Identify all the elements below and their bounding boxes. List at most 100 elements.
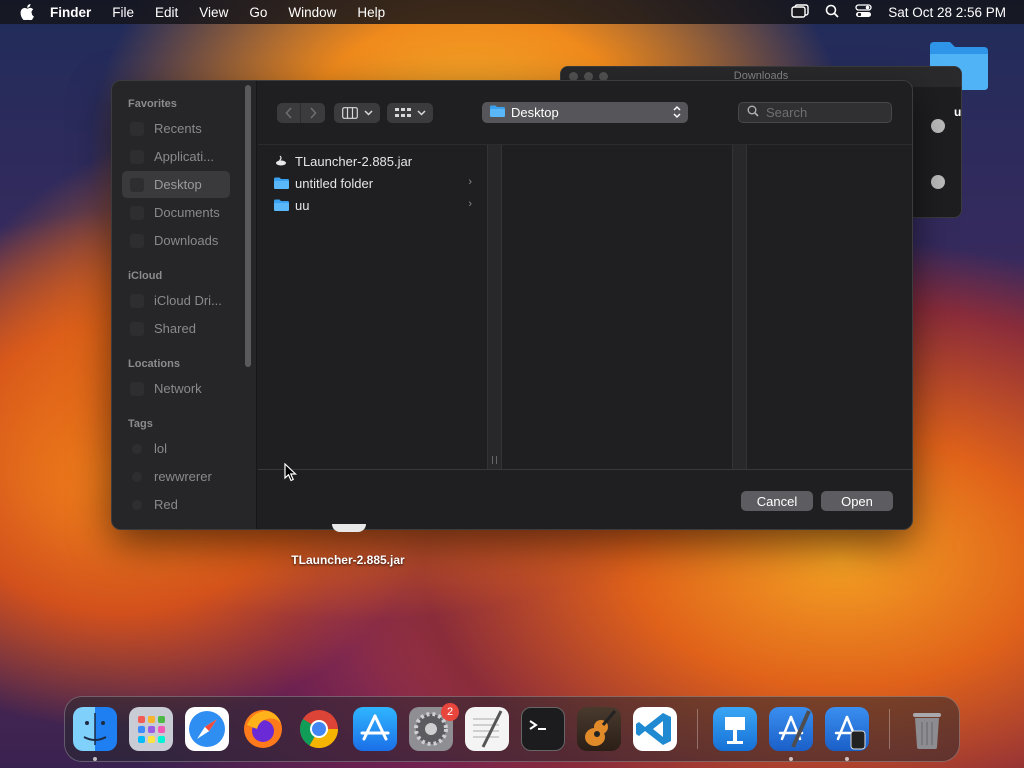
menu-bar: Finder File Edit View Go Window Help Sat… xyxy=(0,0,1024,24)
file-row-untitled-folder[interactable]: untitled folder › xyxy=(268,172,478,194)
chevron-down-icon xyxy=(363,110,373,116)
file-column: TLauncher-2.885.jar untitled folder › uu… xyxy=(258,145,487,469)
search-icon xyxy=(747,105,759,120)
location-label: Desktop xyxy=(511,105,559,120)
sidebar-item-downloads[interactable]: Downloads xyxy=(122,227,230,254)
sidebar-scrollbar[interactable] xyxy=(245,85,251,367)
sidebar-item-applications[interactable]: Applicati... xyxy=(122,143,230,170)
forward-button[interactable] xyxy=(301,103,325,123)
nav-buttons xyxy=(277,103,325,123)
sidebar-item-label: Red xyxy=(154,497,178,512)
firefox-app-icon[interactable] xyxy=(241,707,285,751)
menu-app-name[interactable]: Finder xyxy=(50,5,91,20)
group-button[interactable] xyxy=(387,103,433,123)
menu-go[interactable]: Go xyxy=(249,5,267,20)
sidebar-section-locations: Locations xyxy=(128,358,180,370)
garageband-app-icon[interactable] xyxy=(577,707,621,751)
mouse-cursor-icon xyxy=(284,462,297,487)
sidebar-item-label: iCloud Dri... xyxy=(154,293,222,308)
stage-manager-icon[interactable] xyxy=(791,3,809,21)
menu-file[interactable]: File xyxy=(112,5,134,20)
magnifier-icon xyxy=(931,175,945,189)
simulator-app-icon[interactable] xyxy=(825,707,869,751)
file-name: uu xyxy=(295,197,310,213)
clock-icon xyxy=(130,121,144,136)
menu-help[interactable]: Help xyxy=(357,5,385,20)
sidebar-item-documents[interactable]: Documents xyxy=(122,199,230,226)
open-button[interactable]: Open xyxy=(821,491,893,511)
notification-badge: 2 xyxy=(441,703,459,721)
chrome-app-icon[interactable] xyxy=(297,707,341,751)
sidebar-item-desktop[interactable]: Desktop xyxy=(122,171,230,198)
partial-label: u xyxy=(954,105,962,119)
vscode-app-icon[interactable] xyxy=(633,707,677,751)
terminal-app-icon[interactable] xyxy=(521,707,565,751)
tag-dot-icon xyxy=(132,471,142,482)
sidebar-item-tag-lol[interactable]: lol xyxy=(122,435,230,462)
column-view-button[interactable] xyxy=(334,103,380,123)
tag-dot-icon xyxy=(132,443,142,454)
grid-icon xyxy=(394,108,411,117)
textedit-app-icon[interactable] xyxy=(465,707,509,751)
sidebar-item-label: Downloads xyxy=(154,233,219,248)
column-browser: TLauncher-2.885.jar untitled folder › uu… xyxy=(258,144,912,469)
up-down-arrows-icon xyxy=(673,105,681,122)
sidebar-item-tag-rewwrerer[interactable]: rewwrerer xyxy=(122,463,230,490)
apple-menu-icon[interactable] xyxy=(18,3,36,21)
file-row-jar[interactable]: TLauncher-2.885.jar xyxy=(268,150,478,172)
chevron-down-icon xyxy=(416,110,426,116)
columns-icon xyxy=(341,107,358,119)
document-icon xyxy=(130,205,144,220)
file-row-uu[interactable]: uu › xyxy=(268,194,478,216)
running-indicator xyxy=(845,757,849,761)
java-jar-icon xyxy=(273,154,289,168)
sidebar-item-recents[interactable]: Recents xyxy=(122,115,230,142)
sidebar-item-label: Shared xyxy=(154,321,196,336)
sidebar-item-label: Documents xyxy=(154,205,220,220)
location-popup[interactable]: Desktop xyxy=(482,102,688,123)
keynote-app-icon[interactable] xyxy=(713,707,757,751)
shared-folder-icon xyxy=(130,321,144,336)
sidebar-item-label: Network xyxy=(154,381,202,396)
sidebar-item-icloud-drive[interactable]: iCloud Dri... xyxy=(122,287,230,314)
cancel-button[interactable]: Cancel xyxy=(741,491,813,511)
chevron-right-icon: › xyxy=(468,176,472,188)
file-name: TLauncher-2.885.jar xyxy=(295,153,413,169)
running-indicator xyxy=(789,757,793,761)
xcode-app-icon[interactable] xyxy=(769,707,813,751)
sidebar-section-icloud: iCloud xyxy=(128,270,163,282)
dock: 2 xyxy=(64,696,960,762)
search-placeholder: Search xyxy=(766,105,808,120)
trash-icon[interactable] xyxy=(905,707,949,751)
sidebar-section-favorites: Favorites xyxy=(128,98,177,110)
file-name: untitled folder xyxy=(295,175,374,191)
menu-view[interactable]: View xyxy=(199,5,228,20)
menu-edit[interactable]: Edit xyxy=(155,5,178,20)
menu-window[interactable]: Window xyxy=(288,5,336,20)
desktop-file-label[interactable]: TLauncher-2.885.jar xyxy=(286,552,410,568)
search-field[interactable]: Search xyxy=(738,102,892,123)
sidebar-item-network[interactable]: Network xyxy=(122,375,230,402)
sidebar-item-tag-red[interactable]: Red xyxy=(122,491,230,518)
spotlight-search-icon[interactable] xyxy=(825,4,839,21)
back-button[interactable] xyxy=(277,103,301,123)
desktop-jar-icon[interactable] xyxy=(332,524,366,532)
column-resize-handle[interactable] xyxy=(732,145,747,469)
launchpad-app-icon[interactable] xyxy=(129,707,173,751)
sidebar-item-label: Recents xyxy=(154,121,202,136)
chevron-right-icon: › xyxy=(468,198,472,210)
column-resize-handle[interactable] xyxy=(487,145,502,469)
control-center-icon[interactable] xyxy=(855,3,872,21)
app-store-app-icon[interactable] xyxy=(353,707,397,751)
finder-app-icon[interactable] xyxy=(73,707,117,751)
sidebar-section-tags: Tags xyxy=(128,418,153,430)
menu-clock[interactable]: Sat Oct 28 2:56 PM xyxy=(888,5,1006,20)
tag-dot-icon xyxy=(132,499,142,510)
running-indicator xyxy=(93,757,97,761)
chevron-right-icon xyxy=(310,107,317,119)
sidebar-item-shared[interactable]: Shared xyxy=(122,315,230,342)
folder-icon xyxy=(490,105,505,120)
safari-app-icon[interactable] xyxy=(185,707,229,751)
open-file-dialog: Favorites Recents Applicati... Desktop D… xyxy=(111,80,913,530)
magnifier-icon xyxy=(931,119,945,133)
